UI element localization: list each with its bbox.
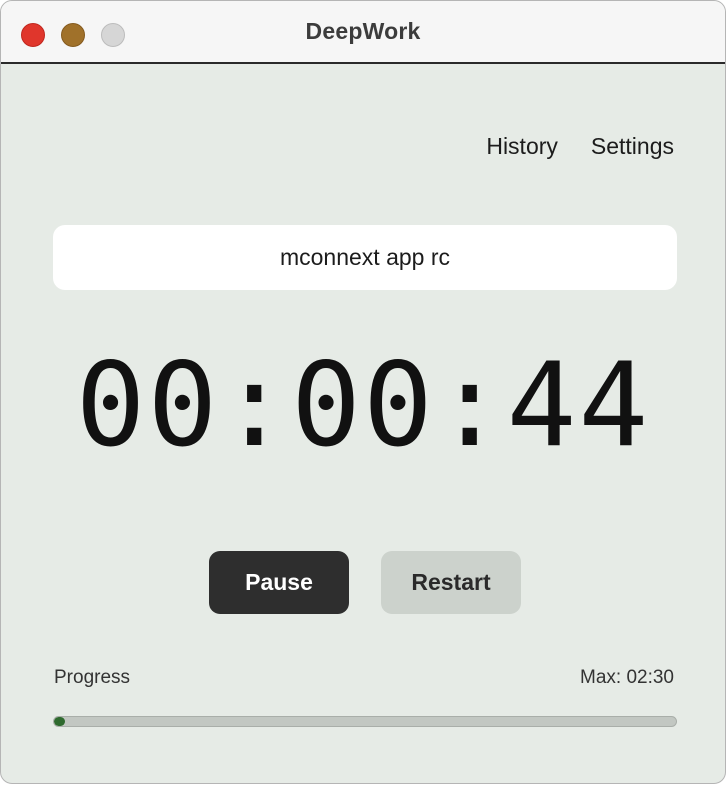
progress-fill [54,717,65,726]
top-nav: History Settings [486,133,674,160]
settings-link[interactable]: Settings [591,133,674,160]
pause-button[interactable]: Pause [209,551,349,614]
app-window: DeepWork History Settings mconnext app r… [0,0,726,784]
history-link[interactable]: History [486,133,558,160]
restart-button[interactable]: Restart [381,551,521,614]
title-bar: DeepWork [1,1,725,64]
window-title: DeepWork [305,18,421,44]
timer-display: 00:00:44 [75,338,651,473]
task-name-field[interactable]: mconnext app rc [53,225,677,290]
max-duration-label: Max: 02:30 [580,667,674,688]
progress-bar [53,716,677,727]
progress-label: Progress [54,667,131,688]
